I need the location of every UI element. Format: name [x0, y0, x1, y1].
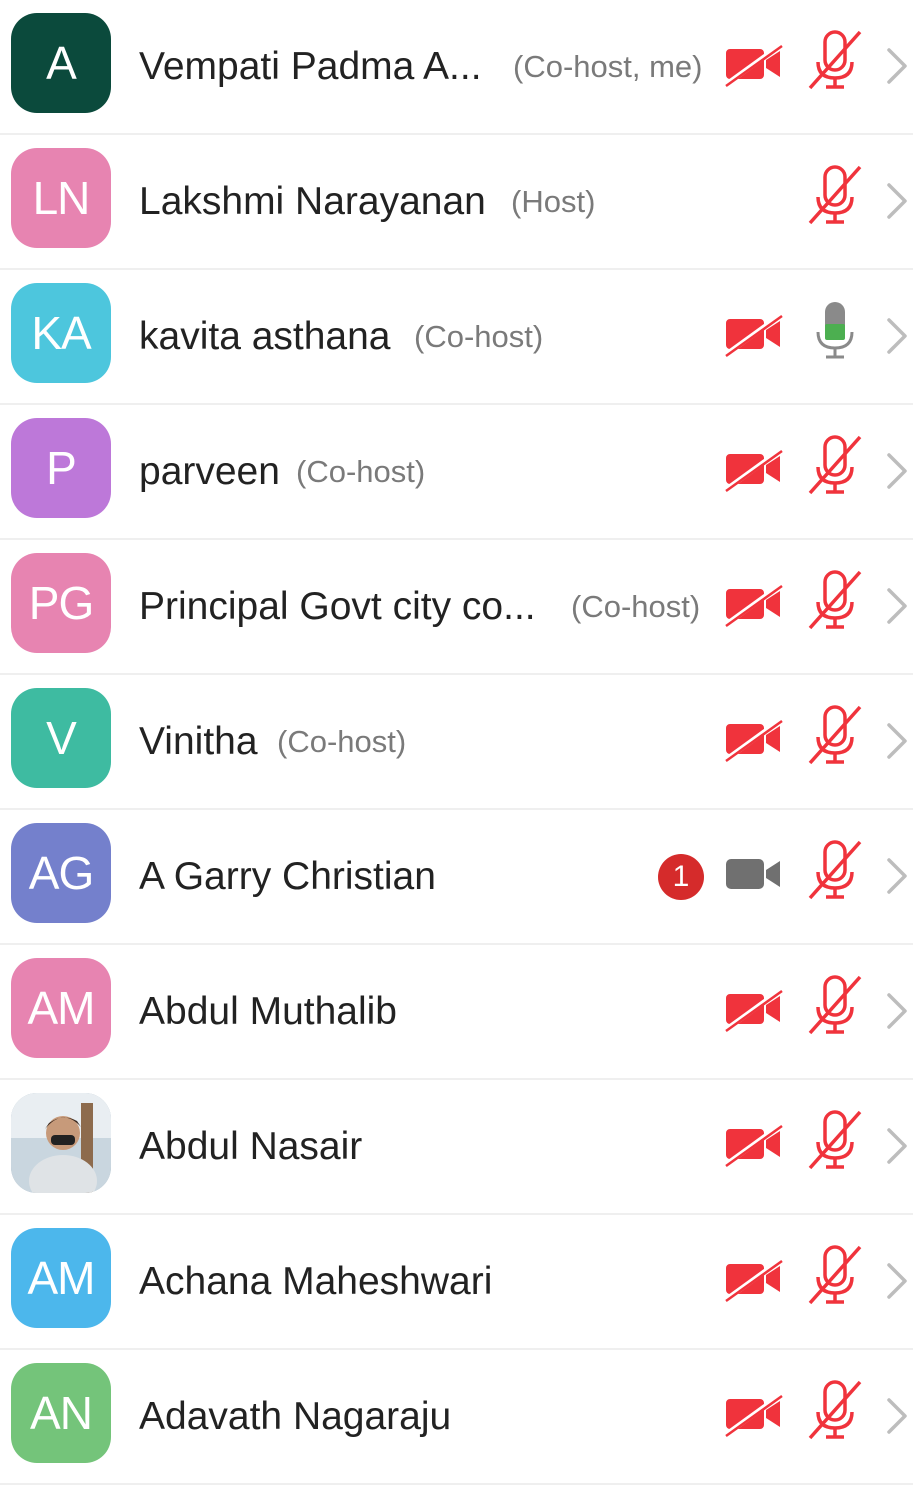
participant-name: Principal Govt city co...: [139, 585, 536, 628]
participant-row[interactable]: AN Adavath Nagaraju: [0, 1350, 913, 1485]
participant-name: A Garry Christian: [139, 855, 436, 898]
avatar: P: [11, 418, 111, 518]
chevron-right-icon[interactable]: [884, 181, 910, 221]
camera-off-icon[interactable]: [724, 310, 784, 358]
participant-row[interactable]: V Vinitha (Co-host): [0, 675, 913, 810]
camera-off-icon[interactable]: [724, 1255, 784, 1303]
camera-off-icon[interactable]: [724, 715, 784, 763]
camera-off-icon[interactable]: [724, 580, 784, 628]
participant-row[interactable]: KA kavita asthana (Co-host): [0, 270, 913, 405]
participant-role: (Co-host, me): [513, 49, 703, 84]
avatar: LN: [11, 148, 111, 248]
participant-row[interactable]: A Vempati Padma A... (Co-host, me): [0, 0, 913, 135]
chevron-right-icon[interactable]: [884, 721, 910, 761]
participant-name: Vinitha: [139, 720, 258, 763]
mic-muted-icon[interactable]: [806, 1378, 864, 1444]
mic-muted-icon[interactable]: [806, 28, 864, 94]
participant-role: (Co-host): [296, 454, 426, 489]
participant-role: (Host): [511, 184, 596, 219]
mic-unmuted-icon[interactable]: [806, 298, 864, 364]
mic-muted-icon[interactable]: [806, 973, 864, 1039]
camera-off-icon[interactable]: [724, 445, 784, 493]
mic-muted-icon[interactable]: [806, 1243, 864, 1309]
avatar: A: [11, 13, 111, 113]
participant-name: kavita asthana: [139, 315, 391, 358]
participant-row[interactable]: PG Principal Govt city co... (Co-host): [0, 540, 913, 675]
avatar: AM: [11, 958, 111, 1058]
chevron-right-icon[interactable]: [884, 451, 910, 491]
participant-name: Achana Maheshwari: [139, 1260, 493, 1303]
chevron-right-icon[interactable]: [884, 1126, 910, 1166]
chevron-right-icon[interactable]: [884, 991, 910, 1031]
camera-on-icon[interactable]: [724, 850, 784, 898]
mic-muted-icon[interactable]: [806, 1108, 864, 1174]
participant-name: Abdul Nasair: [139, 1125, 363, 1168]
camera-off-icon[interactable]: [724, 1120, 784, 1168]
avatar-photo: [11, 1093, 111, 1193]
participants-list: A Vempati Padma A... (Co-host, me) LN Laksh…: [0, 0, 913, 1485]
participant-row[interactable]: Abdul Nasair: [0, 1080, 913, 1215]
chevron-right-icon[interactable]: [884, 856, 910, 896]
camera-off-icon[interactable]: [724, 40, 784, 88]
avatar: KA: [11, 283, 111, 383]
participant-role: (Co-host): [277, 724, 407, 759]
chevron-right-icon[interactable]: [884, 316, 910, 356]
chevron-right-icon[interactable]: [884, 46, 910, 86]
participant-row[interactable]: AM Achana Maheshwari: [0, 1215, 913, 1350]
participant-row[interactable]: Pparveen (Co-host): [0, 405, 913, 540]
participant-row[interactable]: AG A Garry Christian 1: [0, 810, 913, 945]
participant-name: Lakshmi Narayanan: [139, 180, 486, 223]
avatar: AN: [11, 1363, 111, 1463]
avatar: AM: [11, 1228, 111, 1328]
mic-muted-icon[interactable]: [806, 433, 864, 499]
participant-name: Adavath Nagaraju: [139, 1395, 452, 1438]
camera-off-icon[interactable]: [724, 1390, 784, 1438]
avatar: AG: [11, 823, 111, 923]
mic-muted-icon[interactable]: [806, 838, 864, 904]
participant-name: Vempati Padma A...: [139, 45, 482, 88]
avatar: V: [11, 688, 111, 788]
chevron-right-icon[interactable]: [884, 1396, 910, 1436]
participant-row[interactable]: LN Lakshmi Narayanan (Host): [0, 135, 913, 270]
mic-muted-icon[interactable]: [806, 163, 864, 229]
participant-role: (Co-host): [414, 319, 544, 354]
mic-muted-icon[interactable]: [806, 568, 864, 634]
mic-muted-icon[interactable]: [806, 703, 864, 769]
participant-name: parveen: [139, 450, 280, 493]
camera-off-icon[interactable]: [724, 985, 784, 1033]
participant-name: Abdul Muthalib: [139, 990, 397, 1033]
avatar: PG: [11, 553, 111, 653]
participant-role: (Co-host): [571, 589, 701, 624]
chevron-right-icon[interactable]: [884, 1261, 910, 1301]
chevron-right-icon[interactable]: [884, 586, 910, 626]
participant-row[interactable]: AM Abdul Muthalib: [0, 945, 913, 1080]
notification-badge: 1: [658, 854, 704, 900]
